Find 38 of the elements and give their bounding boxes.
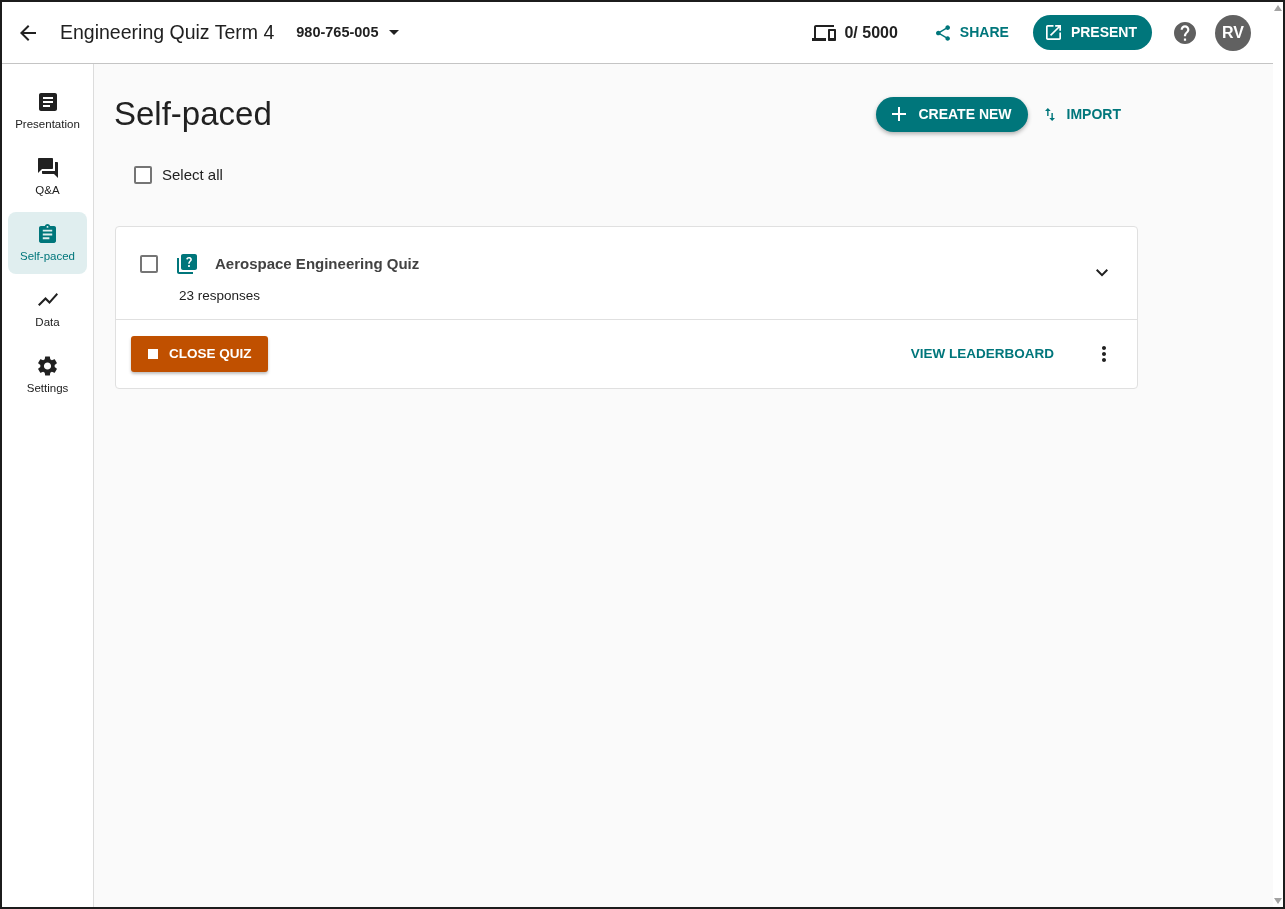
user-avatar[interactable]: RV	[1215, 14, 1251, 51]
quiz-title: Aerospace Engineering Quiz	[215, 253, 420, 274]
response-count: 23 responses	[179, 286, 261, 305]
clipboard-icon	[39, 224, 56, 243]
chat-bubbles-icon	[37, 157, 58, 178]
close-quiz-button[interactable]: CLOSE QUIZ	[131, 336, 268, 372]
sidebar-item[interactable]: Settings	[8, 344, 87, 406]
more-options-icon[interactable]	[1102, 346, 1106, 362]
page-title: Self-paced	[114, 94, 272, 134]
share-button[interactable]: SHARE	[927, 15, 1017, 50]
session-code-dropdown[interactable]: 980-765-005	[296, 21, 399, 44]
quiz-icon	[177, 254, 197, 274]
share-icon	[935, 24, 950, 41]
document-icon	[38, 92, 57, 111]
sidebar-item[interactable]: Self-paced	[8, 212, 87, 274]
line-chart-icon	[37, 293, 58, 306]
devices-icon	[812, 24, 837, 41]
participant-count: 0/ 5000	[844, 22, 898, 43]
plus-icon	[892, 107, 907, 121]
back-arrow-icon[interactable]	[20, 24, 36, 41]
present-button[interactable]: PRESENT	[1032, 15, 1152, 50]
checkbox[interactable]	[134, 166, 152, 184]
sidebar-item[interactable]: Q&A	[8, 146, 87, 208]
import-button[interactable]: IMPORT	[1034, 96, 1131, 132]
sidebar-item[interactable]: Data	[8, 278, 87, 340]
settings-icon	[38, 355, 57, 376]
sidebar-item[interactable]: Presentation	[8, 80, 87, 142]
help-icon[interactable]	[1174, 21, 1196, 44]
create-new-button[interactable]: CREATE NEW	[876, 96, 1028, 132]
open-external-icon	[1045, 25, 1061, 40]
checkbox-label: Select all	[162, 164, 223, 185]
stop-icon	[148, 349, 158, 359]
checkbox[interactable]	[140, 255, 158, 273]
up-down-arrows-icon	[1044, 107, 1055, 121]
caret-down-icon	[388, 30, 399, 35]
quiz-set-title: Engineering Quiz Term 4	[60, 19, 275, 45]
chevron-down-icon[interactable]	[1096, 269, 1108, 277]
view-leaderboard-button[interactable]: VIEW LEADERBOARD	[902, 336, 1062, 372]
